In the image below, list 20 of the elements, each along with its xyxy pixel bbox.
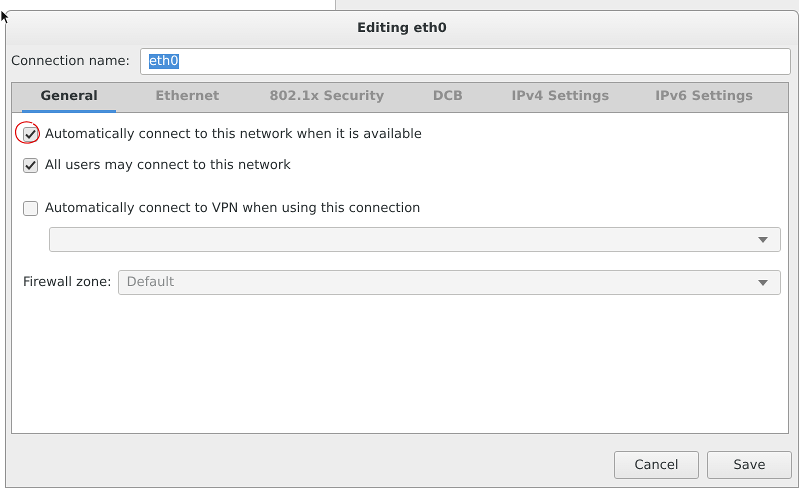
tab[interactable]: 802.1x Security xyxy=(258,83,396,113)
connection-name-label: Connection name: xyxy=(11,54,130,69)
window-title: Editing eth0 xyxy=(357,20,447,36)
tab[interactable]: Ethernet xyxy=(140,83,234,113)
dropdown-arrow-icon xyxy=(758,280,768,286)
checkbox[interactable] xyxy=(23,126,38,142)
tab[interactable]: IPv6 Settings xyxy=(644,83,764,113)
cancel-button[interactable]: Cancel xyxy=(614,451,699,479)
checkbox-label: All users may connect to this network xyxy=(45,158,291,172)
dropdown-arrow-icon xyxy=(758,236,768,242)
firewall-zone-label: Firewall zone: xyxy=(23,275,112,290)
save-button[interactable]: Save xyxy=(707,451,792,479)
tab[interactable]: IPv4 Settings xyxy=(500,83,620,113)
tab[interactable]: General xyxy=(22,83,116,113)
checkbox-label: Automatically connect to VPN when using this connection xyxy=(45,200,420,216)
checkbox[interactable] xyxy=(23,158,38,172)
checkbox-label: Automatically connect to this network when it is available xyxy=(45,126,422,142)
tab[interactable]: DCB xyxy=(419,83,476,113)
checkbox[interactable] xyxy=(23,200,38,216)
connection-name-field[interactable]: eth0 xyxy=(140,48,791,75)
